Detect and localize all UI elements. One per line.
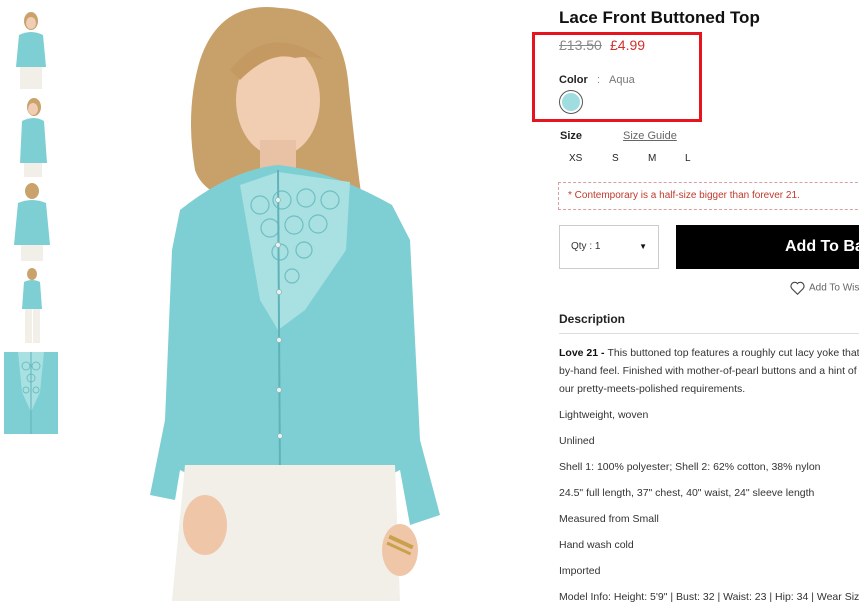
thumbnail-1[interactable]	[4, 5, 58, 91]
intro-line-3: our pretty-meets-polished requirements.	[559, 383, 746, 395]
intro-line-2: by-hand feel. Finished with mother-of-pe…	[559, 365, 857, 377]
thumbnail-5[interactable]	[4, 352, 58, 434]
add-to-bag-button[interactable]: Add To Bag	[676, 225, 859, 269]
size-option-l[interactable]: L	[685, 153, 691, 164]
size-guide-link[interactable]: Size Guide	[623, 130, 677, 142]
thumbnail-2[interactable]	[4, 93, 58, 179]
divider	[559, 333, 859, 334]
size-option-xs[interactable]: XS	[569, 153, 582, 164]
wishlist-label: Add To Wishlist	[809, 282, 859, 294]
caret-down-icon: ▼	[639, 242, 647, 251]
product-title: Lace Front Buttoned Top	[559, 8, 760, 27]
detail-item: 24.5" full length, 37" chest, 40" waist,…	[559, 487, 815, 499]
detail-item: Hand wash cold	[559, 539, 634, 551]
detail-item: Measured from Small	[559, 513, 659, 525]
description-body: Love 21 - This buttoned top features a r…	[559, 344, 859, 614]
description-heading: Description	[559, 312, 626, 326]
detail-item: Unlined	[559, 435, 595, 447]
size-option-s[interactable]: S	[612, 153, 619, 164]
detail-item: Model Info: Height: 5'9" | Bust: 32 | Wa…	[559, 591, 859, 603]
quantity-label: Qty : 1	[571, 241, 601, 252]
detail-item: Shell 1: 100% polyester; Shell 2: 62% co…	[559, 461, 821, 473]
quantity-select[interactable]: Qty : 1 ▼	[559, 225, 659, 269]
intro-bold: Love 21 -	[559, 347, 608, 359]
add-to-wishlist-link[interactable]: Add To Wishlist	[790, 281, 859, 296]
description-intro: Love 21 - This buttoned top features a r…	[559, 344, 859, 398]
thumbnail-4[interactable]	[4, 265, 58, 350]
intro-line-1: This buttoned top features a roughly cut…	[607, 347, 859, 359]
size-option-m[interactable]: M	[648, 153, 656, 164]
detail-item: Imported	[559, 565, 601, 577]
highlight-box	[532, 32, 702, 122]
size-notice: * Contemporary is a half-size bigger tha…	[558, 182, 859, 210]
thumbnail-3[interactable]	[4, 179, 58, 263]
detail-item: Lightweight, woven	[559, 409, 649, 421]
size-label: Size	[560, 130, 583, 142]
main-product-image	[110, 0, 510, 601]
heart-icon	[790, 281, 805, 296]
